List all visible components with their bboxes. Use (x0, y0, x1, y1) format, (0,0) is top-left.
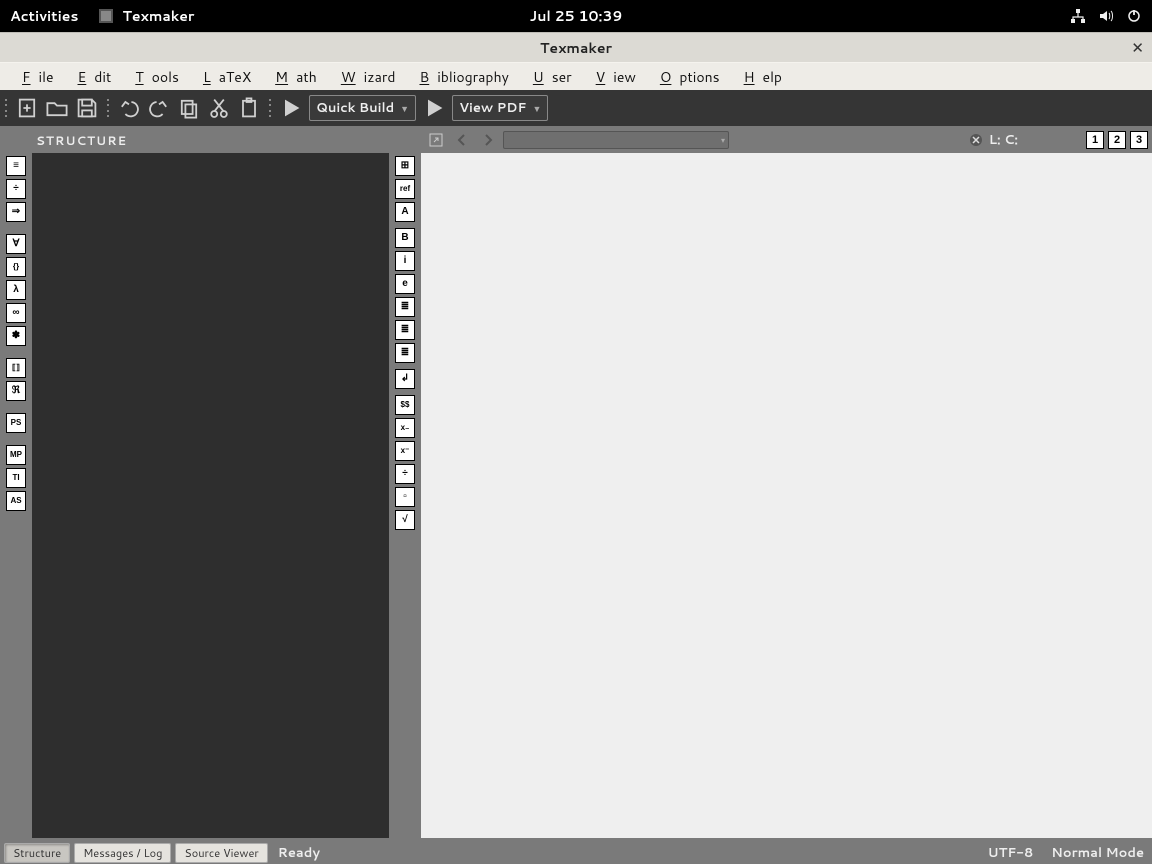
format-icon-7[interactable]: ≣ (395, 320, 415, 340)
format-icon-6[interactable]: ≣ (395, 297, 415, 317)
menu-tools[interactable]: Tools (119, 63, 187, 91)
undo-icon[interactable] (117, 96, 141, 120)
save-file-icon[interactable] (75, 96, 99, 120)
symbol-icon-12[interactable]: TI (6, 468, 26, 488)
network-icon[interactable] (1070, 8, 1086, 24)
menu-wizard[interactable]: Wizard (325, 63, 404, 91)
clock[interactable]: Jul 25 10:39 (530, 6, 623, 26)
open-file-icon[interactable] (45, 96, 69, 120)
symbols-strip: ≡ ÷ ⇒ ∀ {} λ ∞ ✽ ⟦⟧ ℜ PS MP TI AS (0, 126, 32, 842)
main-toolbar: Quick Build▼ View PDF▼ (0, 90, 1152, 126)
menu-latex[interactable]: LaTeX (187, 63, 259, 91)
titlebar[interactable]: Texmaker ✕ (0, 32, 1152, 62)
format-icon-10[interactable]: $$ (395, 395, 415, 415)
format-icon-3[interactable]: B (395, 228, 415, 248)
panel-3-button[interactable]: 3 (1130, 131, 1148, 149)
run-view-pdf-icon[interactable] (422, 96, 446, 120)
format-icon-1[interactable]: ref (395, 179, 415, 199)
status-mode: Normal Mode (1051, 844, 1144, 862)
file-selector-dropdown[interactable] (503, 131, 729, 149)
menu-view[interactable]: View (580, 63, 644, 91)
structure-toggle-button[interactable]: Structure (4, 843, 70, 863)
format-icon-0[interactable]: ⊞ (395, 156, 415, 176)
menu-options[interactable]: Options (644, 63, 728, 91)
format-icon-8[interactable]: ≣ (395, 343, 415, 363)
symbol-icon-7[interactable]: ✽ (6, 326, 26, 346)
window-title: Texmaker (540, 38, 612, 58)
symbol-icon-3[interactable]: ∀ (6, 234, 26, 254)
menu-help[interactable]: Help (728, 63, 790, 91)
symbol-icon-1[interactable]: ÷ (6, 179, 26, 199)
status-ready: Ready (278, 844, 320, 862)
editor-tabbar: L: C: 1 2 3 (421, 126, 1152, 153)
format-icon-5[interactable]: e (395, 274, 415, 294)
close-window-button[interactable]: ✕ (1131, 37, 1144, 58)
new-file-icon[interactable] (15, 96, 39, 120)
texmaker-app-icon (98, 8, 114, 24)
format-icon-4[interactable]: i (395, 251, 415, 271)
statusbar: Structure Messages / Log Source Viewer R… (0, 842, 1152, 864)
close-doc-icon[interactable] (967, 131, 985, 149)
panel-1-button[interactable]: 1 (1086, 131, 1104, 149)
format-icon-2[interactable]: A (395, 202, 415, 222)
format-icon-11[interactable]: x₋ (395, 418, 415, 438)
symbol-icon-5[interactable]: λ (6, 280, 26, 300)
format-icon-13[interactable]: ÷ (395, 464, 415, 484)
status-encoding: UTF-8 (988, 844, 1034, 862)
chevron-down-icon: ▼ (532, 102, 541, 115)
app-menu[interactable]: Texmaker (98, 6, 194, 26)
messages-toggle-button[interactable]: Messages / Log (74, 843, 171, 863)
redo-icon[interactable] (147, 96, 171, 120)
symbol-icon-0[interactable]: ≡ (6, 156, 26, 176)
jump-icon[interactable] (425, 129, 447, 151)
format-icon-12[interactable]: x⁻ (395, 441, 415, 461)
panel-2-button[interactable]: 2 (1108, 131, 1126, 149)
symbol-icon-2[interactable]: ⇒ (6, 202, 26, 222)
toolbar-grip-1[interactable] (3, 96, 9, 120)
symbol-icon-8[interactable]: ⟦⟧ (6, 358, 26, 378)
menu-user[interactable]: User (517, 63, 580, 91)
structure-tree[interactable] (32, 153, 389, 838)
run-quick-build-icon[interactable] (279, 96, 303, 120)
power-icon[interactable] (1126, 8, 1142, 24)
source-viewer-toggle-button[interactable]: Source Viewer (175, 843, 267, 863)
chevron-down-icon: ▼ (400, 102, 409, 115)
view-pdf-dropdown[interactable]: View PDF▼ (452, 95, 548, 121)
format-icon-9[interactable]: ↲ (395, 369, 415, 389)
symbol-icon-11[interactable]: MP (6, 445, 26, 465)
toolbar-grip-2[interactable] (105, 96, 111, 120)
menu-bibliography[interactable]: Bibliography (403, 63, 516, 91)
menubar: File Edit Tools LaTeX Math Wizard Biblio… (0, 62, 1152, 90)
volume-icon[interactable] (1098, 8, 1114, 24)
symbol-icon-6[interactable]: ∞ (6, 303, 26, 323)
format-icon-14[interactable]: ▫ (395, 487, 415, 507)
structure-header: STRUCTURE (32, 126, 389, 153)
next-file-icon[interactable] (477, 129, 499, 151)
toolbar-grip-3[interactable] (267, 96, 273, 120)
activities-button[interactable]: Activities (10, 6, 78, 26)
menu-file[interactable]: File (6, 63, 62, 91)
symbol-icon-9[interactable]: ℜ (6, 381, 26, 401)
copy-icon[interactable] (177, 96, 201, 120)
prev-file-icon[interactable] (451, 129, 473, 151)
menu-math[interactable]: Math (259, 63, 325, 91)
format-icon-15[interactable]: √ (395, 510, 415, 530)
menu-edit[interactable]: Edit (62, 63, 120, 91)
symbol-icon-4[interactable]: {} (6, 257, 26, 277)
cursor-position: L: C: (989, 131, 1018, 149)
symbol-icon-10[interactable]: PS (6, 413, 26, 433)
cut-icon[interactable] (207, 96, 231, 120)
quick-build-dropdown[interactable]: Quick Build▼ (309, 95, 416, 121)
symbol-icon-13[interactable]: AS (6, 491, 26, 511)
paste-icon[interactable] (237, 96, 261, 120)
format-strip: ⊞ ref ABie ≣ ≣ ≣ ↲ $$ x₋ x⁻ ÷ ▫ √ (389, 126, 421, 842)
editor-area[interactable] (421, 153, 1152, 838)
